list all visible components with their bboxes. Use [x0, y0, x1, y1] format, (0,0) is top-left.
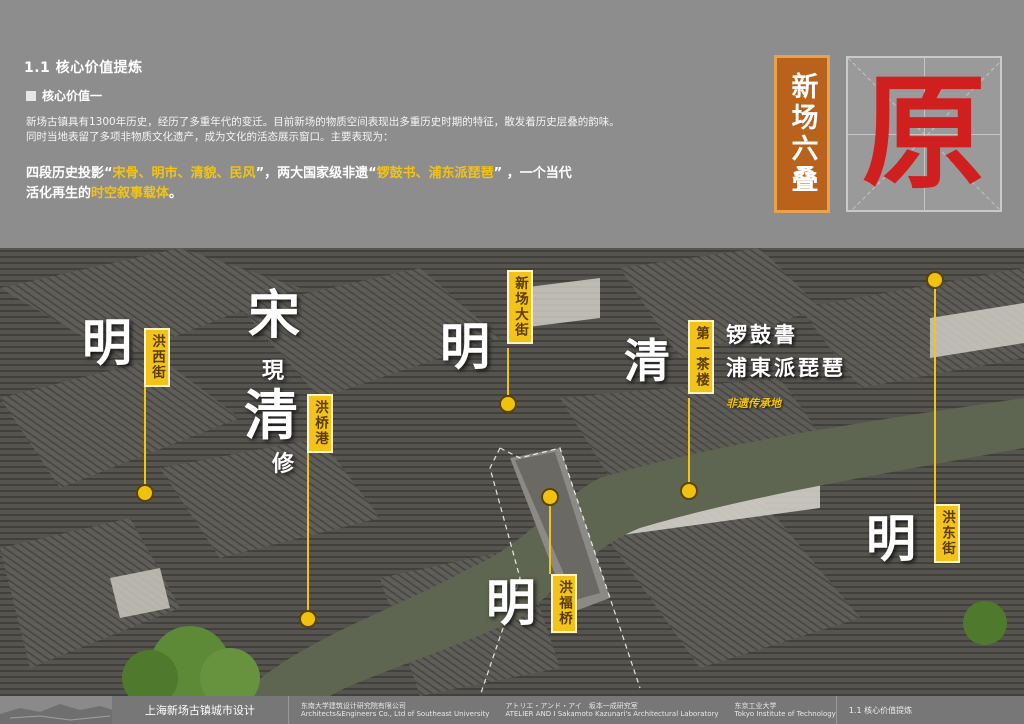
subsection-title: 核心价值一 [26, 87, 102, 104]
highlight-statement: 四段历史投影“宋骨、明市、清貌、民风”，两大国家级非遗“锣鼓书、浦东派琵琶” ，… [26, 164, 726, 204]
street-tag-label: 新场大街 [512, 276, 528, 338]
location-dot [680, 482, 698, 500]
marker-stem [688, 398, 690, 488]
intro-line-1: 新场古镇具有1300年历史，经历了多重年代的变迁。目前新场的物质空间表现出多重历… [26, 116, 620, 128]
street-tag-label: 洪西街 [149, 334, 165, 381]
location-dot [299, 610, 317, 628]
footer-page-label: 1.1 核心价值提炼 [848, 705, 913, 715]
highlight-keyword: 锣鼓书、浦东派琵琶 [376, 166, 494, 181]
institution-name-en: Architects&Engineers Co., Ltd of Southea… [300, 710, 490, 718]
institution-name-en: Tokyo Institute of Technology [734, 710, 836, 718]
square-bullet-icon [26, 90, 36, 101]
street-tag-xinchang: 新场大街 [507, 270, 533, 344]
institution-seu: 东南大学建筑设计研究院有限公司 Architects&Engineers Co.… [301, 702, 489, 718]
location-dot [136, 484, 154, 502]
highlight-text: 四段历史投影“ [26, 166, 113, 181]
calligraphy-xiu: 修 [272, 451, 295, 477]
heritage-title: 锣鼓書 浦東派琵琶 [726, 318, 846, 384]
institution-atelier: アトリエ・アンド・アイ 坂本一成研究室 ATELIER AND I Sakamo… [505, 702, 718, 718]
street-tag-hongxi: 洪西街 [144, 328, 170, 387]
highlight-text: 活化再生的 [26, 186, 92, 201]
section-title: 1.1 核心价值提炼 [24, 60, 143, 76]
marker-stem [934, 284, 936, 504]
aerial-photo: 明 宋 現 清 修 明 清 明 明 锣鼓書 浦東派琵琶 非遗传承地 洪西街 新场… [0, 248, 1024, 696]
street-tag-label: 第一茶楼 [693, 326, 709, 388]
location-dot [926, 271, 944, 289]
highlight-text: ” ，一个当代 [493, 166, 572, 181]
highlight-keyword: 宋骨、明市、清貌、民风 [112, 166, 256, 181]
location-dot [499, 395, 517, 413]
subsection-title-text: 核心价值一 [42, 89, 103, 103]
header-panel: 1.1 核心价值提炼 核心价值一 新场古镇具有1300年历史，经历了多重年代的变… [0, 0, 1024, 248]
institution-name: アトリエ・アンド・アイ 坂本一成研究室 [505, 702, 638, 710]
institution-name-en: ATELIER AND I Sakamoto Kazunari's Archit… [505, 710, 719, 718]
map-thumbnail-graphic [0, 704, 112, 724]
footer-project-title: 上海新场古镇城市设计 [112, 696, 289, 724]
institution-titech: 东京工业大学 Tokyo Institute of Technology [735, 702, 836, 718]
heritage-line-1: 锣鼓書 [726, 322, 798, 347]
six-layers-badge: 新场六叠 [774, 55, 830, 213]
highlight-keyword: 时空叙事载体 [91, 186, 170, 201]
footer-bar: 上海新场古镇城市设计 东南大学建筑设计研究院有限公司 Architects&En… [0, 696, 1024, 724]
heritage-subtitle: 非遗传承地 [726, 397, 781, 410]
intro-line-2: 同时当地表留了多项非物质文化遗产，成为文化的活态展示窗口。主要表现为： [26, 131, 394, 143]
location-dot [541, 488, 559, 506]
street-tag-label: 洪福桥 [556, 580, 572, 627]
institution-name: 东京工业大学 [734, 702, 777, 710]
calligraphy-qing: 清 [624, 334, 670, 388]
highlight-text: 。 [169, 186, 183, 201]
big-character: 原 [861, 61, 986, 206]
badge-text: 新场六叠 [786, 72, 818, 196]
footer-map-thumbnail [0, 696, 112, 724]
calligraphy-ming: 明 [440, 317, 490, 376]
calligraphy-ming: 明 [486, 573, 536, 632]
marker-stem [144, 376, 146, 492]
street-tag-hongdong: 洪东街 [934, 504, 960, 563]
origin-character-box: 原 [846, 56, 1002, 212]
calligraphy-ming: 明 [866, 509, 916, 568]
marker-stem [307, 446, 309, 616]
calligraphy-ming: 明 [82, 313, 132, 372]
institution-name: 东南大学建筑设计研究院有限公司 [300, 702, 406, 710]
calligraphy-qing: 清 [244, 383, 298, 447]
street-tag-hongqiao: 洪桥港 [307, 394, 333, 453]
street-tag-teahouse: 第一茶楼 [688, 320, 714, 394]
street-tag-label: 洪东街 [939, 510, 955, 557]
intro-paragraph: 新场古镇具有1300年历史，经历了多重年代的变迁。目前新场的物质空间表现出多重历… [26, 115, 726, 145]
highlight-text: ”，两大国家级非遗“ [255, 166, 377, 181]
heritage-line-2: 浦東派琵琶 [726, 355, 846, 380]
calligraphy-xian: 現 [262, 358, 285, 384]
marker-stem [549, 494, 551, 574]
street-tag-label: 洪桥港 [312, 400, 328, 447]
calligraphy-song: 宋 [248, 285, 301, 346]
street-tag-hongfu: 洪福桥 [551, 574, 577, 633]
footer-institutions: 东南大学建筑设计研究院有限公司 Architects&Engineers Co.… [289, 696, 837, 724]
